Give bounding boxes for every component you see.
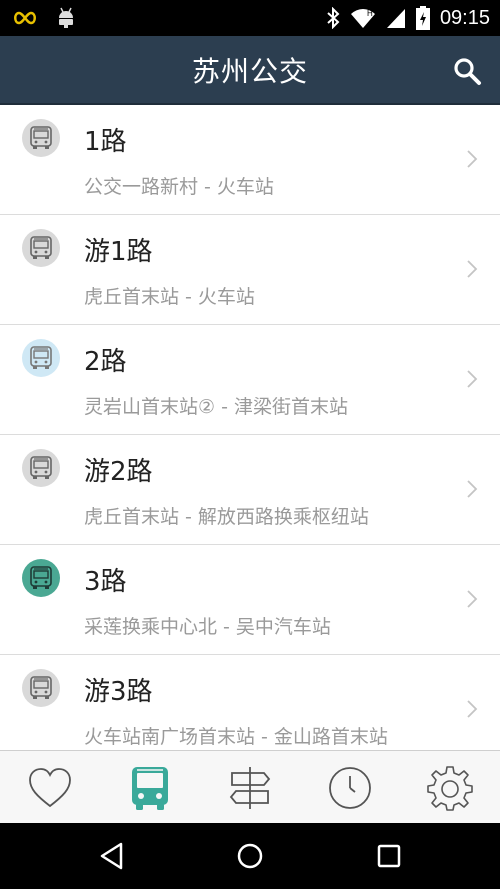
route-name: 1路 [84, 127, 127, 157]
route-terminals: 虎丘首末站 - 解放西路换乘枢纽站 [84, 506, 369, 528]
route-terminals: 火车站南广场首末站 - 金山路首末站 [84, 726, 388, 748]
tab-favorites[interactable] [0, 751, 100, 824]
signpost-icon [229, 766, 271, 809]
route-name: 2路 [84, 347, 127, 377]
route-name: 3路 [84, 567, 127, 597]
recents-icon[interactable] [374, 841, 404, 871]
route-list-item[interactable]: 游1路虎丘首末站 - 火车站 [0, 215, 500, 325]
route-terminals: 公交一路新村 - 火车站 [84, 176, 274, 198]
app-header: 苏州公交 [0, 36, 500, 105]
chevron-right-icon [467, 150, 478, 168]
route-name: 游2路 [84, 457, 153, 487]
chevron-right-icon [467, 370, 478, 388]
signal-icon [386, 9, 405, 28]
route-bus-badge [22, 119, 60, 157]
bottom-tab-bar [0, 750, 500, 824]
route-bus-badge [22, 449, 60, 487]
bus-icon [30, 676, 52, 699]
tab-history[interactable] [300, 751, 400, 824]
route-list-item[interactable]: 2路灵岩山首末站② - 津梁街首末站 [0, 325, 500, 435]
tab-bus-routes[interactable] [100, 751, 200, 824]
bus-icon [30, 236, 52, 259]
chevron-right-icon [467, 700, 478, 718]
route-list-item[interactable]: 1路公交一路新村 - 火车站 [0, 105, 500, 215]
route-list-item[interactable]: 3路采莲换乘中心北 - 吴中汽车站 [0, 545, 500, 655]
status-bar: H 09:15 [0, 0, 500, 36]
infinity-icon [14, 11, 36, 25]
bus-icon [132, 766, 168, 810]
tab-settings[interactable] [400, 751, 500, 824]
battery-icon [415, 6, 430, 30]
chevron-right-icon [467, 480, 478, 498]
search-icon[interactable] [452, 56, 482, 86]
route-name: 游1路 [84, 237, 153, 267]
wifi-icon: H [350, 9, 375, 28]
back-icon[interactable] [97, 841, 127, 871]
gear-icon [427, 765, 473, 811]
route-list-item[interactable]: 游2路虎丘首末站 - 解放西路换乘枢纽站 [0, 435, 500, 545]
route-terminals: 采莲换乘中心北 - 吴中汽车站 [84, 616, 331, 638]
route-terminals: 灵岩山首末站② - 津梁街首末站 [84, 396, 348, 418]
chevron-right-icon [467, 590, 478, 608]
bus-icon [30, 126, 52, 149]
route-list-item[interactable]: 游3路火车站南广场首末站 - 金山路首末站 [0, 655, 500, 750]
route-list: 1路 公交一路新村 - 火车站 游1路 虎丘首末站 - 火车站 2路 灵岩山首末站② - … [0, 105, 500, 750]
svg-text:H: H [367, 9, 373, 18]
bus-icon [30, 566, 52, 589]
android-icon [59, 7, 73, 28]
home-icon[interactable] [235, 841, 265, 871]
bus-icon [30, 456, 52, 479]
page-title: 苏州公交 [191, 55, 308, 88]
system-nav-bar [0, 823, 500, 889]
clock-icon [329, 766, 371, 809]
route-bus-badge [22, 669, 60, 707]
heart-icon [29, 767, 71, 807]
chevron-right-icon [467, 260, 478, 278]
bluetooth-icon [327, 7, 340, 29]
clock-time: 09:15 [439, 6, 490, 29]
route-terminals: 虎丘首末站 - 火车站 [84, 286, 255, 308]
route-bus-badge [22, 559, 60, 597]
route-name: 游3路 [84, 677, 153, 707]
route-bus-badge [22, 339, 60, 377]
tab-transfer[interactable] [200, 751, 300, 824]
route-bus-badge [22, 229, 60, 267]
bus-icon [30, 346, 52, 369]
